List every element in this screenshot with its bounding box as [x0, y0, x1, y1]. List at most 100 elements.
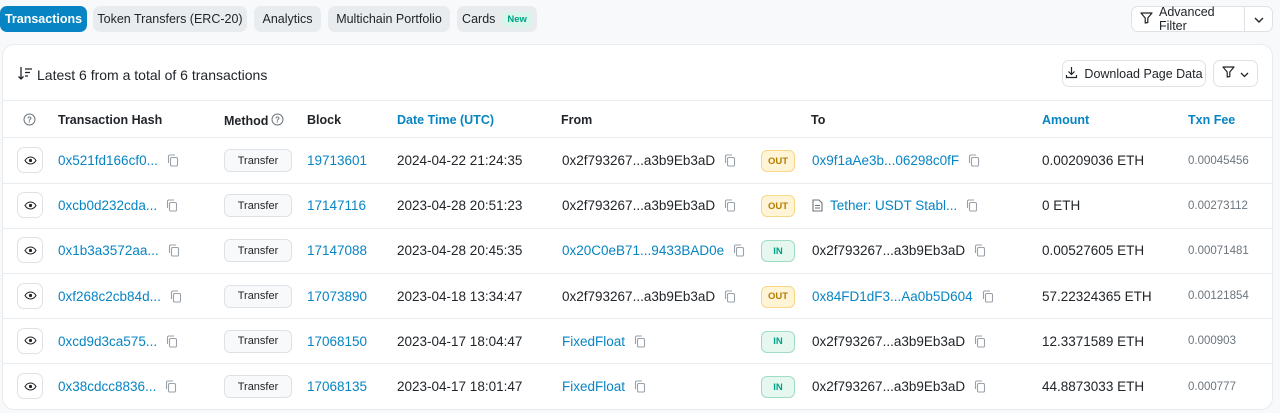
eye-icon[interactable]	[17, 282, 43, 309]
to-cell: 0x2f793267...a3b9Eb3aD	[812, 319, 986, 364]
help-icon[interactable]: ?	[271, 113, 284, 129]
to-address: 0x2f793267...a3b9Eb3aD	[812, 333, 966, 349]
block-link[interactable]: 19713601	[307, 153, 367, 168]
copy-icon[interactable]	[733, 244, 745, 257]
copy-icon[interactable]	[968, 154, 980, 167]
hash-cell: 0xcb0d232cda...	[58, 183, 178, 228]
copy-icon[interactable]	[165, 380, 177, 393]
method-label: Transfer	[237, 290, 279, 303]
transaction-hash-link[interactable]: 0xcb0d232cda...	[58, 198, 157, 213]
copy-icon[interactable]	[724, 154, 736, 167]
tab-label: Multichain Portfolio	[336, 12, 442, 26]
from-address-link[interactable]: FixedFloat	[562, 379, 625, 394]
transaction-hash-link[interactable]: 0x1b3a3572aa...	[58, 243, 159, 258]
to-address-link[interactable]: Tether: USDT Stabl...	[830, 198, 957, 213]
col-txn-fee[interactable]: Txn Fee	[1188, 113, 1235, 127]
eye-icon[interactable]	[17, 147, 43, 173]
txn-fee-value: 0.00045456	[1188, 154, 1249, 167]
col-date-time[interactable]: Date Time (UTC)	[397, 113, 494, 127]
direction-badge: OUT	[761, 285, 795, 308]
transaction-hash-link[interactable]: 0xf268c2cb84d...	[58, 289, 161, 304]
filter-dropdown-button[interactable]	[1213, 60, 1258, 87]
method-badge: Transfer	[224, 284, 292, 308]
advanced-filter-button[interactable]: Advanced Filter	[1131, 5, 1273, 33]
advanced-filter-main[interactable]: Advanced Filter	[1132, 5, 1244, 33]
to-address-link[interactable]: 0x84FD1dF3...Aa0b5D604	[812, 289, 973, 304]
block-cell: 17068135	[307, 364, 367, 409]
direction-label: IN	[773, 245, 783, 257]
hash-cell: 0x521fd166cf0...	[58, 138, 179, 183]
tab-analytics[interactable]: Analytics	[254, 6, 321, 32]
block-link[interactable]: 17147116	[307, 198, 366, 213]
chevron-down-icon	[1240, 66, 1249, 81]
eye-icon[interactable]	[17, 327, 43, 354]
block-link[interactable]: 17068135	[307, 379, 367, 394]
transaction-hash-link[interactable]: 0xcd9d3ca575...	[58, 334, 157, 349]
from-address: 0x2f793267...a3b9Eb3aD	[562, 288, 716, 304]
download-page-data-button[interactable]: Download Page Data	[1062, 60, 1206, 87]
transaction-hash-link[interactable]: 0x38cdcc8836...	[58, 379, 156, 394]
copy-icon[interactable]	[634, 335, 646, 348]
block-link[interactable]: 17147088	[307, 243, 367, 258]
to-cell: 0x84FD1dF3...Aa0b5D604	[812, 274, 994, 319]
copy-icon[interactable]	[724, 199, 736, 212]
block-link[interactable]: 17073890	[307, 289, 367, 304]
copy-icon[interactable]	[166, 335, 178, 348]
datetime-cell: 2024-04-22 21:24:35	[397, 138, 522, 183]
tab-label: Token Transfers (ERC-20)	[97, 12, 243, 26]
method-badge: Transfer	[224, 375, 292, 398]
method-label: Transfer	[237, 199, 279, 212]
method-badge: Transfer	[224, 239, 292, 263]
copy-icon[interactable]	[634, 380, 646, 393]
datetime-value: 2023-04-28 20:51:23	[397, 198, 523, 214]
copy-icon[interactable]	[724, 290, 736, 303]
copy-icon[interactable]	[166, 199, 178, 212]
block-link[interactable]: 17068150	[307, 334, 367, 349]
table-row: 0xcb0d232cda... Transfer 17147116 2023-04-2…	[3, 183, 1272, 229]
tab-label: Transactions	[4, 12, 83, 26]
transactions-card: Latest 6 from a total of 6 transactions …	[2, 44, 1273, 410]
tab-transactions[interactable]: Transactions	[0, 6, 87, 32]
copy-icon[interactable]	[974, 244, 986, 257]
block-cell: 17147088	[307, 228, 367, 273]
download-label: Download Page Data	[1084, 66, 1203, 81]
chevron-down-icon	[1254, 12, 1264, 26]
method-label: Transfer	[237, 335, 279, 348]
col-amount[interactable]: Amount	[1042, 113, 1089, 127]
from-address-link[interactable]: FixedFloat	[562, 334, 625, 349]
tab-token-transfers[interactable]: Token Transfers (ERC-20)	[93, 6, 247, 32]
col-method: Method?	[224, 113, 284, 129]
new-badge: New	[502, 11, 532, 27]
col-block: Block	[307, 113, 342, 127]
advanced-filter-label: Advanced Filter	[1159, 5, 1215, 33]
block-cell: 17068150	[307, 319, 367, 364]
eye-icon[interactable]	[17, 237, 43, 264]
copy-icon[interactable]	[170, 290, 182, 303]
direction-badge: IN	[761, 330, 795, 353]
tab-multichain-portfolio[interactable]: Multichain Portfolio	[328, 6, 450, 32]
from-address-link[interactable]: 0x20C0eB71...9433BAD0e	[562, 243, 724, 258]
copy-icon[interactable]	[167, 154, 179, 167]
datetime-cell: 2023-04-18 13:34:47	[397, 274, 522, 319]
copy-icon[interactable]	[966, 199, 978, 212]
method-badge: Transfer	[224, 194, 292, 218]
copy-icon[interactable]	[974, 380, 986, 393]
copy-icon[interactable]	[974, 335, 986, 348]
advanced-filter-dropdown[interactable]	[1245, 12, 1272, 26]
transaction-hash-link[interactable]: 0x521fd166cf0...	[58, 153, 158, 168]
amount-cell: 0.00209036 ETH	[1042, 138, 1144, 183]
to-address-link[interactable]: 0x9f1aAe3b...06298c0fF	[812, 153, 959, 168]
tab-cards[interactable]: Cards New	[457, 6, 537, 32]
col-transaction-hash: Transaction Hash	[58, 113, 163, 127]
from-cell: FixedFloat	[562, 364, 646, 409]
download-icon	[1065, 66, 1078, 82]
eye-icon[interactable]	[17, 373, 43, 399]
copy-icon[interactable]	[168, 244, 180, 257]
summary-text: Latest 6 from a total of 6 transactions	[37, 66, 268, 83]
copy-icon[interactable]	[982, 290, 994, 303]
col-from: From	[561, 113, 593, 127]
eye-icon[interactable]	[17, 192, 43, 219]
help-icon[interactable]: ?	[23, 113, 36, 126]
svg-text:?: ?	[27, 115, 32, 124]
table-row: 0xcd9d3ca575... Transfer 17068150 2023-04-1…	[3, 319, 1272, 365]
